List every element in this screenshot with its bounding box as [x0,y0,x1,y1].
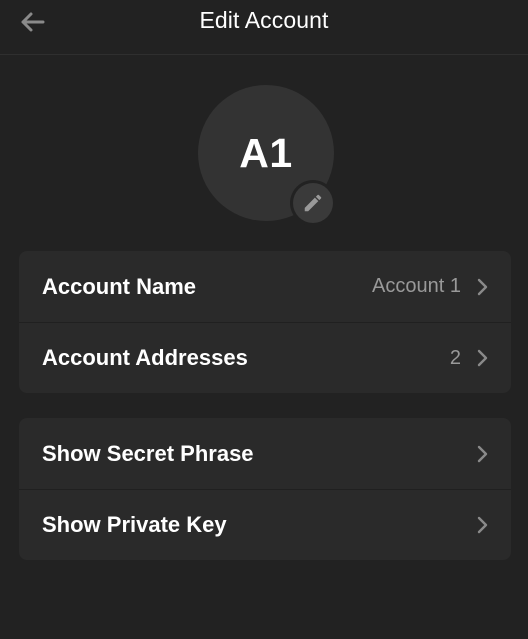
security-settings-card: Show Secret Phrase Show Private Key [19,418,511,560]
show-private-key-row[interactable]: Show Private Key [19,489,511,560]
account-addresses-label: Account Addresses [42,345,248,370]
edit-account-screen: Edit Account A1 Account Name Account 1 A… [0,0,528,639]
pencil-icon [304,194,322,212]
chevron-right-icon [475,516,489,534]
show-secret-phrase-label: Show Secret Phrase [42,440,254,466]
account-addresses-count: 2 [449,346,461,369]
edit-avatar-button[interactable] [290,180,336,226]
chevron-right-icon [475,278,489,296]
avatar-initials: A1 [239,129,293,176]
account-settings-card: Account Name Account 1 Account Addresses… [19,251,511,393]
chevron-right-icon [475,445,489,463]
show-private-key-label: Show Private Key [42,512,227,537]
header: Edit Account [0,0,528,55]
chevron-right-icon [475,349,489,367]
account-addresses-row[interactable]: Account Addresses 2 [19,322,511,393]
show-secret-phrase-row[interactable]: Show Secret Phrase [19,418,511,489]
account-name-value: Account 1 [372,275,461,297]
page-title: Edit Account [199,7,329,33]
account-name-label: Account Name [42,273,197,299]
account-name-row[interactable]: Account Name Account 1 [19,251,511,322]
edit-avatar-button-inner [293,183,333,223]
avatar-container: A1 [198,85,336,226]
